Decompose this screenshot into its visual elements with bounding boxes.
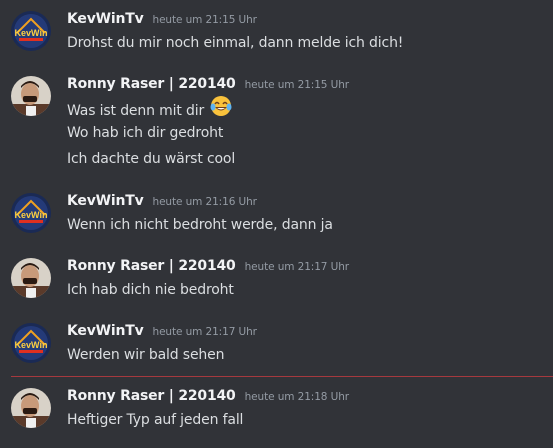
message-timestamp: heute um 21:16 Uhr: [152, 196, 257, 208]
message-content: Werden wir bald sehen: [67, 347, 225, 363]
message-timestamp: heute um 21:17 Uhr: [244, 261, 349, 273]
message-author[interactable]: Ronny Raser | 220140: [67, 76, 236, 92]
kevwintv-logo-icon: KevWin: [11, 323, 51, 363]
message-content: Drohst du mir noch einmal, dann melde ic…: [67, 35, 404, 51]
avatar[interactable]: [11, 76, 51, 116]
kevwintv-logo-icon: KevWin: [11, 11, 51, 51]
chat-message-list[interactable]: KevWin KevWinTv heute um 21:15 Uhr Drohs…: [0, 0, 553, 448]
svg-text:KevWin: KevWin: [15, 210, 48, 220]
message-timestamp: heute um 21:15 Uhr: [244, 79, 349, 91]
ronny-raser-photo-icon: [11, 258, 51, 298]
message-timestamp: heute um 21:17 Uhr: [152, 326, 257, 338]
svg-text:KevWin: KevWin: [15, 340, 48, 350]
message-author[interactable]: KevWinTv: [67, 11, 144, 27]
avatar[interactable]: [11, 258, 51, 298]
avatar[interactable]: KevWin: [11, 11, 51, 51]
ronny-raser-photo-icon: [11, 388, 51, 428]
avatar[interactable]: KevWin: [11, 323, 51, 363]
message-timestamp: heute um 21:15 Uhr: [152, 14, 257, 26]
message-author[interactable]: KevWinTv: [67, 193, 144, 209]
message-author[interactable]: Ronny Raser | 220140: [67, 258, 236, 274]
ronny-raser-photo-icon: [11, 76, 51, 116]
message-timestamp: heute um 21:18 Uhr: [244, 391, 349, 403]
message-content: Ich hab dich nie bedroht: [67, 282, 234, 298]
svg-text:KevWin: KevWin: [15, 28, 48, 38]
message-text: Was ist denn mit dir: [67, 103, 205, 119]
face-with-tears-of-joy-emoji[interactable]: [210, 95, 232, 123]
message-content: Was ist denn mit dir: [67, 96, 232, 119]
message-content: Ich dachte du wärst cool: [67, 151, 236, 167]
message-content: Wo hab ich dir gedroht: [67, 125, 224, 141]
message-content: Heftiger Typ auf jeden fall: [67, 412, 244, 428]
message-author[interactable]: Ronny Raser | 220140: [67, 388, 236, 404]
avatar[interactable]: [11, 388, 51, 428]
kevwintv-logo-icon: KevWin: [11, 193, 51, 233]
avatar[interactable]: KevWin: [11, 193, 51, 233]
new-messages-divider: [11, 376, 553, 377]
message-author[interactable]: KevWinTv: [67, 323, 144, 339]
message-content: Wenn ich nicht bedroht werde, dann ja: [67, 217, 333, 233]
